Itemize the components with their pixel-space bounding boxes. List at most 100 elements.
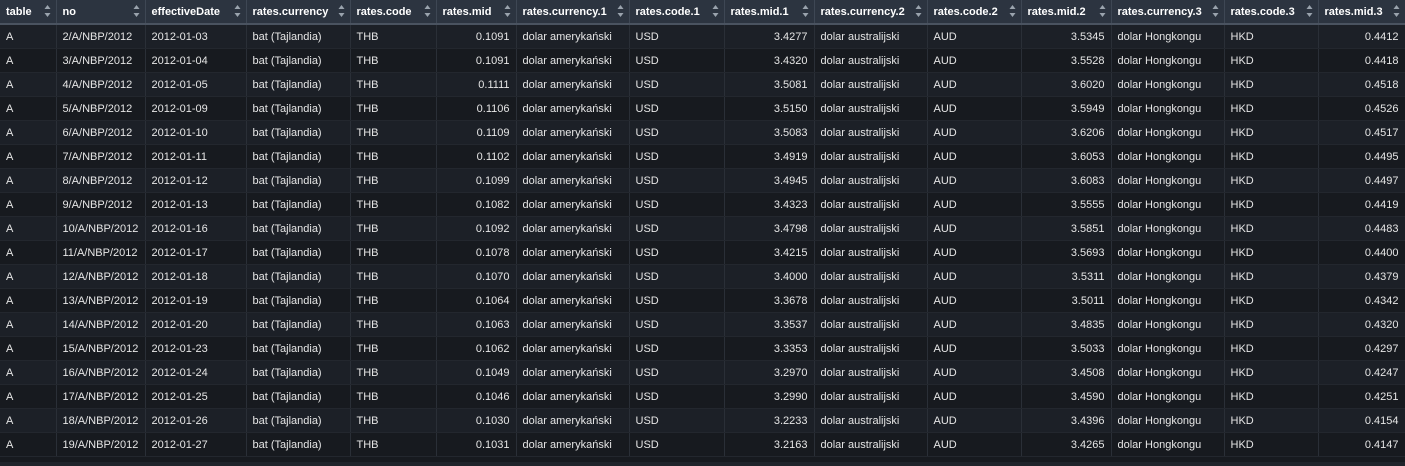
sort-arrows-icon[interactable]	[1099, 4, 1106, 18]
sort-arrows-icon[interactable]	[1009, 4, 1016, 18]
cell-rates-currency-3: dolar Hongkongu	[1111, 384, 1225, 409]
column-header-no[interactable]: no	[56, 0, 146, 25]
cell-table: A	[0, 408, 57, 433]
cell-rates-mid-3: 0.4526	[1318, 96, 1405, 121]
cell-rates-code: THB	[350, 192, 437, 217]
cell-rates-code-2: AUD	[927, 216, 1022, 241]
cell-no: 19/A/NBP/2012	[56, 432, 146, 457]
horizontal-scrollbar[interactable]	[0, 462, 1405, 466]
cell-rates-mid: 0.1099	[436, 168, 517, 193]
cell-rates-mid-2: 3.6206	[1021, 120, 1112, 145]
sort-arrows-icon[interactable]	[44, 4, 51, 18]
cell-rates-code-3: HKD	[1224, 216, 1319, 241]
sort-arrows-icon[interactable]	[424, 4, 431, 18]
cell-rates-code: THB	[350, 96, 437, 121]
cell-rates-mid-2: 3.6053	[1021, 144, 1112, 169]
sort-arrows-icon[interactable]	[802, 4, 809, 18]
table-row[interactable]: A 8/A/NBP/2012 2012-01-12 bat (Tajlandia) TH…	[0, 168, 1405, 193]
cell-no: 9/A/NBP/2012	[56, 192, 146, 217]
column-header-rates-currency-2[interactable]: rates.currency.2	[814, 0, 928, 25]
table-row[interactable]: A 2/A/NBP/2012 2012-01-03 bat (Tajlandia) TH…	[0, 24, 1405, 49]
table-row[interactable]: A 18/A/NBP/2012 2012-01-26 bat (Tajlandia) T…	[0, 408, 1405, 433]
cell-rates-mid-2: 3.5011	[1021, 288, 1112, 313]
cell-effectiveDate: 2012-01-09	[145, 96, 247, 121]
sort-arrows-icon[interactable]	[712, 4, 719, 18]
table-row[interactable]: A 10/A/NBP/2012 2012-01-16 bat (Tajlandia) T…	[0, 216, 1405, 241]
cell-rates-mid-2: 3.6020	[1021, 72, 1112, 97]
cell-rates-code-1: USD	[629, 192, 725, 217]
cell-rates-currency-2: dolar australijski	[814, 408, 928, 433]
cell-rates-code-2: AUD	[927, 240, 1022, 265]
cell-table: A	[0, 192, 57, 217]
column-header-rates-mid-2[interactable]: rates.mid.2	[1021, 0, 1112, 25]
cell-rates-code-2: AUD	[927, 48, 1022, 73]
table-row[interactable]: A 13/A/NBP/2012 2012-01-19 bat (Tajlandia) T…	[0, 288, 1405, 313]
table-row[interactable]: A 19/A/NBP/2012 2012-01-27 bat (Tajlandia) T…	[0, 432, 1405, 457]
table-row[interactable]: A 5/A/NBP/2012 2012-01-09 bat (Tajlandia) TH…	[0, 96, 1405, 121]
table-row[interactable]: A 11/A/NBP/2012 2012-01-17 bat (Tajlandia) T…	[0, 240, 1405, 265]
cell-rates-code-1: USD	[629, 432, 725, 457]
table-row[interactable]: A 3/A/NBP/2012 2012-01-04 bat (Tajlandia) TH…	[0, 48, 1405, 73]
column-header-effectiveDate[interactable]: effectiveDate	[145, 0, 247, 25]
cell-rates-code-2: AUD	[927, 432, 1022, 457]
cell-rates-code-3: HKD	[1224, 48, 1319, 73]
cell-rates-currency: bat (Tajlandia)	[246, 312, 351, 337]
cell-rates-mid-1: 3.4323	[724, 192, 815, 217]
cell-rates-currency: bat (Tajlandia)	[246, 384, 351, 409]
column-header-rates-mid-1[interactable]: rates.mid.1	[724, 0, 815, 25]
cell-rates-mid-1: 3.3353	[724, 336, 815, 361]
column-header-rates-code-2[interactable]: rates.code.2	[927, 0, 1022, 25]
cell-table: A	[0, 72, 57, 97]
column-header-rates-code-3[interactable]: rates.code.3	[1224, 0, 1319, 25]
sort-arrows-icon[interactable]	[504, 4, 511, 18]
cell-rates-currency-3: dolar Hongkongu	[1111, 96, 1225, 121]
column-header-table[interactable]: table	[0, 0, 57, 25]
cell-rates-mid-1: 3.4798	[724, 216, 815, 241]
cell-rates-currency-1: dolar amerykański	[516, 168, 630, 193]
cell-rates-currency-3: dolar Hongkongu	[1111, 336, 1225, 361]
sort-arrows-icon[interactable]	[915, 4, 922, 18]
sort-arrows-icon[interactable]	[1212, 4, 1219, 18]
cell-rates-code: THB	[350, 48, 437, 73]
cell-rates-mid-2: 3.6083	[1021, 168, 1112, 193]
cell-rates-currency: bat (Tajlandia)	[246, 72, 351, 97]
sort-arrows-icon[interactable]	[133, 4, 140, 18]
table-row[interactable]: A 17/A/NBP/2012 2012-01-25 bat (Tajlandia) T…	[0, 384, 1405, 409]
cell-rates-currency: bat (Tajlandia)	[246, 24, 351, 49]
table-row[interactable]: A 4/A/NBP/2012 2012-01-05 bat (Tajlandia) TH…	[0, 72, 1405, 97]
table-row[interactable]: A 16/A/NBP/2012 2012-01-24 bat (Tajlandia) T…	[0, 360, 1405, 385]
cell-rates-currency-3: dolar Hongkongu	[1111, 264, 1225, 289]
cell-rates-currency: bat (Tajlandia)	[246, 432, 351, 457]
cell-rates-code-2: AUD	[927, 72, 1022, 97]
sort-arrows-icon[interactable]	[338, 4, 345, 18]
column-header-rates-code-1[interactable]: rates.code.1	[629, 0, 725, 25]
column-header-label: rates.code.2	[933, 5, 998, 18]
column-header-rates-currency-3[interactable]: rates.currency.3	[1111, 0, 1225, 25]
sort-arrows-icon[interactable]	[1306, 4, 1313, 18]
cell-rates-currency: bat (Tajlandia)	[246, 360, 351, 385]
table-row[interactable]: A 12/A/NBP/2012 2012-01-18 bat (Tajlandia) T…	[0, 264, 1405, 289]
sort-arrows-icon[interactable]	[234, 4, 241, 18]
cell-effectiveDate: 2012-01-19	[145, 288, 247, 313]
column-header-rates-code[interactable]: rates.code	[350, 0, 437, 25]
cell-no: 11/A/NBP/2012	[56, 240, 146, 265]
cell-rates-mid: 0.1070	[436, 264, 517, 289]
column-header-rates-mid-3[interactable]: rates.mid.3	[1318, 0, 1405, 25]
sort-arrows-icon[interactable]	[617, 4, 624, 18]
sort-arrows-icon[interactable]	[1393, 4, 1400, 18]
column-header-rates-currency-1[interactable]: rates.currency.1	[516, 0, 630, 25]
column-header-label: rates.mid.2	[1027, 5, 1086, 18]
column-header-label: rates.currency	[252, 5, 329, 18]
table-row[interactable]: A 14/A/NBP/2012 2012-01-20 bat (Tajlandia) T…	[0, 312, 1405, 337]
table-row[interactable]: A 9/A/NBP/2012 2012-01-13 bat (Tajlandia) TH…	[0, 192, 1405, 217]
table-row[interactable]: A 6/A/NBP/2012 2012-01-10 bat (Tajlandia) TH…	[0, 120, 1405, 145]
table-row[interactable]: A 7/A/NBP/2012 2012-01-11 bat (Tajlandia) TH…	[0, 144, 1405, 169]
cell-no: 15/A/NBP/2012	[56, 336, 146, 361]
column-header-rates-currency[interactable]: rates.currency	[246, 0, 351, 25]
cell-rates-mid: 0.1064	[436, 288, 517, 313]
table-row[interactable]: A 15/A/NBP/2012 2012-01-23 bat (Tajlandia) T…	[0, 336, 1405, 361]
cell-rates-code-1: USD	[629, 144, 725, 169]
cell-rates-code-3: HKD	[1224, 240, 1319, 265]
cell-rates-code: THB	[350, 384, 437, 409]
column-header-rates-mid[interactable]: rates.mid	[436, 0, 517, 25]
